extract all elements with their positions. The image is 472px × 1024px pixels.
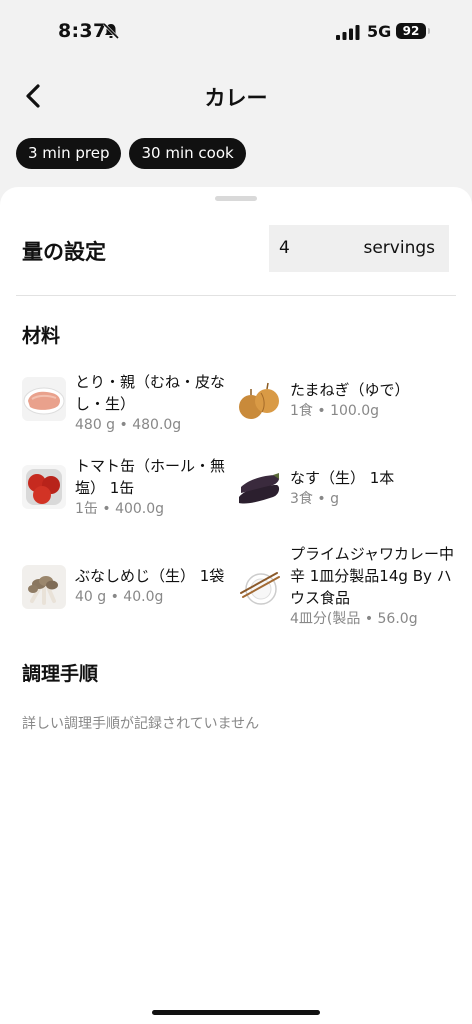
network-type: 5G bbox=[367, 22, 392, 41]
quantity-label: 量の設定 bbox=[22, 240, 106, 264]
prep-time-chip: 3 min prep bbox=[16, 138, 122, 169]
cellular-signal-icon bbox=[336, 25, 360, 40]
ingredient-amount: 1食 • 100.0g bbox=[290, 403, 380, 419]
ingredient-text: とり・親（むね・皮なし・生） 480 g • 480.0g bbox=[75, 371, 241, 435]
shimeji-mushroom-image bbox=[22, 565, 66, 609]
ingredient-text: ぶなしめじ（生） 1袋 40 g • 40.0g bbox=[75, 565, 241, 607]
ingredient-name: なす（生） 1本 bbox=[290, 469, 395, 487]
home-indicator[interactable] bbox=[152, 1010, 320, 1015]
ingredient-text: トマト缶（ホール・無塩） 1缶 1缶 • 400.0g bbox=[75, 455, 241, 519]
ingredient-amount: 4皿分(製品 • 56.0g bbox=[290, 611, 418, 627]
eggplant-image bbox=[237, 467, 281, 511]
plate-chopsticks-image bbox=[237, 565, 281, 609]
divider bbox=[16, 295, 456, 296]
battery-icon: 92 bbox=[396, 23, 426, 39]
ingredient-name: トマト缶（ホール・無塩） 1缶 bbox=[75, 457, 226, 497]
ingredient-text: なす（生） 1本 3食 • g bbox=[290, 467, 456, 509]
time-chips: 3 min prep 30 min cook bbox=[16, 138, 246, 169]
steps-empty-message: 詳しい調理手順が記録されていません bbox=[22, 716, 260, 732]
cook-time-chip: 30 min cook bbox=[129, 138, 246, 169]
ingredient-name: とり・親（むね・皮なし・生） bbox=[75, 373, 226, 413]
recipe-sheet: 量の設定 4 servings 材料 とり・親（むね・皮なし・生） 480 g … bbox=[0, 187, 472, 1024]
ingredient-amount: 1缶 • 400.0g bbox=[75, 501, 165, 517]
ingredient-amount: 3食 • g bbox=[290, 491, 339, 507]
page-title: カレー bbox=[204, 86, 268, 110]
battery-nub bbox=[428, 28, 430, 34]
servings-input[interactable]: 4 servings bbox=[269, 225, 449, 272]
ingredient-text: たまねぎ（ゆで） 1食 • 100.0g bbox=[290, 379, 456, 421]
ingredient-name: ぶなしめじ（生） 1袋 bbox=[75, 567, 225, 585]
sheet-drag-handle[interactable] bbox=[215, 196, 257, 201]
ingredients-heading: 材料 bbox=[22, 325, 61, 347]
onion-image bbox=[237, 379, 281, 423]
ingredient-amount: 480 g • 480.0g bbox=[75, 417, 182, 433]
muted-bell-icon bbox=[102, 22, 120, 40]
steps-heading: 調理手順 bbox=[22, 663, 99, 685]
servings-value[interactable]: 4 bbox=[279, 238, 290, 258]
ingredient-name: たまねぎ（ゆで） bbox=[290, 381, 410, 399]
status-time: 8:37 bbox=[58, 20, 107, 42]
ingredient-text: プライムジャワカレー中辛 1皿分製品14g By ハウス食品 4皿分(製品 • … bbox=[290, 543, 456, 629]
canned-tomato-image bbox=[22, 465, 66, 509]
servings-unit: servings bbox=[363, 238, 435, 258]
status-bar: 8:37 5G 92 bbox=[0, 0, 472, 62]
chicken-breast-image bbox=[22, 377, 66, 421]
ingredient-amount: 40 g • 40.0g bbox=[75, 589, 164, 605]
ingredient-name: プライムジャワカレー中辛 1皿分製品14g By ハウス食品 bbox=[290, 545, 454, 607]
